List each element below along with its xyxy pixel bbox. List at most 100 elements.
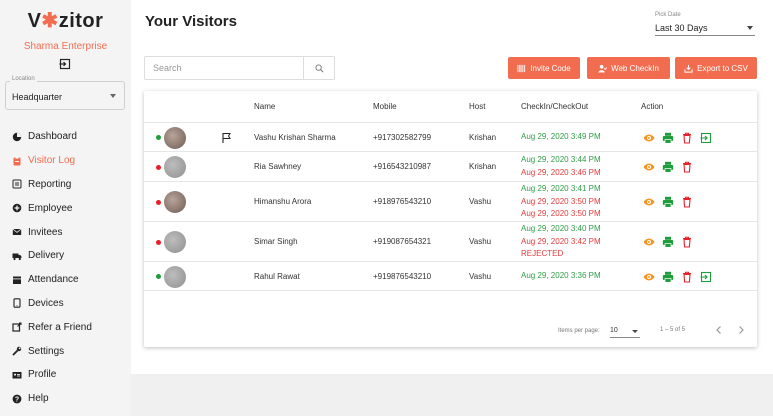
eye-icon[interactable] [643,196,655,208]
sidebar-item-label: Profile [28,369,57,381]
delete-icon[interactable] [681,161,693,173]
search-input[interactable] [145,57,305,79]
download-icon [684,64,693,73]
checkout-time: Aug 29, 2020 3:50 PM [521,196,601,206]
checkin-time: Aug 29, 2020 3:49 PM [521,132,601,142]
visitor-mobile: +919876543210 [373,271,432,281]
brand-logo: V✱zitor [27,10,104,32]
report-icon [12,179,28,189]
sidebar-item-label: Invitees [28,226,63,238]
flag-icon[interactable] [221,132,233,144]
sidebar-item-employee[interactable]: Employee [0,196,131,220]
avatar[interactable] [164,191,186,213]
eye-icon[interactable] [643,236,655,248]
invite-code-button[interactable]: Invite Code [508,57,580,79]
print-icon[interactable] [662,161,674,173]
checkout-icon[interactable] [700,132,712,144]
checkin-checkout-times: Aug 29, 2020 3:40 PM Aug 29, 2020 3:42 PM… [521,223,601,261]
location-select[interactable]: Location Headquarter [5,76,125,110]
print-icon[interactable] [662,236,674,248]
sidebar-item-label: Attendance [28,274,79,286]
checkin-checkout-times: Aug 29, 2020 3:36 PM [521,270,601,283]
sidebar-item-dashboard[interactable]: Dashboard [0,125,131,149]
share-icon [12,322,28,332]
eye-icon[interactable] [643,132,655,144]
date-picker-value: Last 30 Days [655,23,708,33]
status-dot [156,239,161,245]
sidebar: V✱zitor Sharma Enterprise Location Headq… [0,0,131,416]
avatar[interactable] [164,231,186,253]
id-card-icon [12,370,28,380]
table-row[interactable]: Vashu Krishan Sharma +917302582799 Krishan… [144,123,757,152]
status-dot [156,164,161,170]
previous-page-button[interactable] [712,323,726,337]
table-row[interactable]: Rahul Rawat +919876543210 Vashu Aug 29, 202… [144,262,757,291]
delete-icon[interactable] [681,196,693,208]
sidebar-item-reporting[interactable]: Reporting [0,173,131,197]
visitor-host: Krishan [469,132,497,142]
row-actions [643,196,700,208]
location-value: Headquarter [12,92,63,102]
column-header-name[interactable]: Name [254,102,275,111]
sidebar-item-delivery[interactable]: Delivery [0,244,131,268]
avatar[interactable] [164,126,186,149]
sidebar-item-visitor-log[interactable]: Visitor Log [0,149,131,173]
visitor-mobile: +919087654321 [373,237,432,246]
column-header-host[interactable]: Host [469,102,485,111]
status-dot [156,199,161,205]
column-header-mobile[interactable]: Mobile [373,102,397,111]
visitor-name: Ria Sawhney [254,162,302,171]
row-actions [643,236,700,248]
eye-icon[interactable] [643,271,655,283]
wrench-icon [12,346,28,356]
sidebar-item-label: Employee [28,202,73,214]
web-checkin-button[interactable]: Web CheckIn [587,57,670,79]
sidebar-item-profile[interactable]: Profile [0,363,131,387]
avatar[interactable] [164,265,186,288]
items-per-page-label: Items per page: [558,328,600,334]
sidebar-item-refer-a-friend[interactable]: Refer a Friend [0,315,131,339]
print-icon[interactable] [662,196,674,208]
sidebar-item-help[interactable]: ? Help [0,387,131,411]
search-button[interactable] [303,57,334,79]
delete-icon[interactable] [681,271,693,283]
row-actions [643,132,719,144]
help-circle-icon: ? [12,394,28,404]
column-header-checkin[interactable]: CheckIn/CheckOut [521,102,588,111]
table-row[interactable]: Simar Singh +919087654321 Vashu Aug 29, 202… [144,222,757,262]
location-label: Location [10,76,37,82]
sidebar-item-devices[interactable]: Devices [0,292,131,316]
print-icon[interactable] [662,132,674,144]
chevron-down-icon [632,330,638,333]
eye-icon[interactable] [643,161,655,173]
checkin-checkout-times: Aug 29, 2020 3:44 PM Aug 29, 2020 3:46 PM [521,154,601,179]
page-title: Your Visitors [145,13,237,30]
export-csv-button[interactable]: Export to CSV [675,57,757,79]
table-row[interactable]: Ria Sawhney +916543210987 Krishan Aug 29, 2… [144,152,757,182]
next-page-button[interactable] [734,323,748,337]
delete-icon[interactable] [681,132,693,144]
sidebar-item-label: Reporting [28,178,72,190]
visitor-name: Vashu Krishan Sharma [254,132,336,142]
chevron-right-icon [739,326,744,334]
print-icon[interactable] [662,271,674,283]
checkin-time: Aug 29, 2020 3:44 PM [521,155,601,165]
rejected-status: REJECTED [521,249,564,259]
chevron-left-icon [716,326,721,334]
delete-icon[interactable] [681,236,693,248]
items-per-page-select[interactable]: 10 [610,325,640,338]
sidebar-item-attendance[interactable]: Attendance [0,268,131,292]
sidebar-nav: Dashboard Visitor Log Reporting Employee Inv… [0,125,131,411]
date-picker-select[interactable]: Pick Date Last 30 Days [655,12,755,36]
sidebar-item-label: Delivery [28,250,65,262]
table-row[interactable]: Himanshu Arora +918976543210 Vashu Aug 29, … [144,182,757,222]
sidebar-item-settings[interactable]: Settings [0,339,131,363]
collapse-sidebar-icon[interactable] [59,57,71,70]
avatar[interactable] [164,156,186,178]
checkin-checkout-times: Aug 29, 2020 3:41 PM Aug 29, 2020 3:50 PM… [521,183,601,221]
checkout-time: Aug 29, 2020 3:50 PM [521,209,601,219]
checkout-icon[interactable] [700,271,712,283]
status-dot [156,274,161,279]
visitor-name: Simar Singh [254,237,298,246]
sidebar-item-invitees[interactable]: Invitees [0,220,131,244]
